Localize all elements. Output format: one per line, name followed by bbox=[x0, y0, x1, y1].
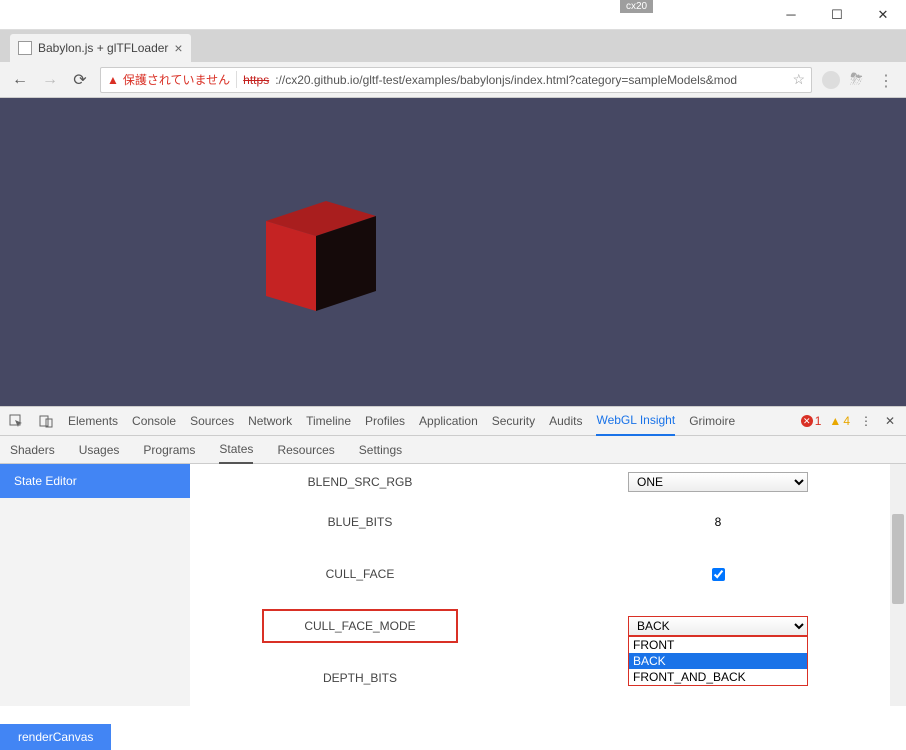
security-text: 保護されていません bbox=[123, 71, 230, 88]
state-row-blend-src-rgb: BLEND_SRC_RGB ONE bbox=[190, 468, 906, 496]
dropdown-option-front-and-back[interactable]: FRONT_AND_BACK bbox=[629, 669, 807, 685]
security-indicator[interactable]: ▲ 保護されていません bbox=[107, 71, 237, 88]
webgl-subtabs: Shaders Usages Programs States Resources… bbox=[0, 436, 906, 464]
devtools-tab-sources[interactable]: Sources bbox=[190, 407, 234, 435]
devtools-tab-application[interactable]: Application bbox=[419, 407, 478, 435]
extension-icon-2[interactable]: ⛈ bbox=[850, 71, 868, 89]
scroll-thumb[interactable] bbox=[892, 514, 904, 604]
state-checkbox-cull-face[interactable] bbox=[712, 568, 725, 581]
browser-tab[interactable]: Babylon.js + glTFLoader × bbox=[10, 34, 191, 62]
subtab-resources[interactable]: Resources bbox=[277, 437, 334, 463]
maximize-button[interactable]: ☐ bbox=[814, 0, 860, 30]
dropdown-option-front[interactable]: FRONT bbox=[629, 637, 807, 653]
state-label: BLEND_SRC_RGB bbox=[190, 475, 530, 489]
devtools-close-icon[interactable]: ✕ bbox=[882, 413, 898, 429]
devtools-toolbar: Elements Console Sources Network Timelin… bbox=[0, 406, 906, 436]
inspect-icon[interactable] bbox=[8, 413, 24, 429]
state-row-cull-face: CULL_FACE bbox=[190, 548, 906, 600]
minimize-button[interactable]: ─ bbox=[768, 0, 814, 30]
scrollbar[interactable] bbox=[890, 464, 906, 706]
cube-mesh bbox=[256, 191, 386, 321]
warning-count[interactable]: ▲4 bbox=[829, 414, 850, 428]
devtools-tab-grimoire[interactable]: Grimoire bbox=[689, 407, 735, 435]
chrome-menu-icon[interactable]: ⋮ bbox=[878, 71, 896, 89]
footer-canvas-name[interactable]: renderCanvas bbox=[0, 724, 111, 750]
state-row-cull-face-mode: CULL_FACE_MODE BACK FRONT BACK FRONT_AND… bbox=[190, 600, 906, 652]
error-icon: ✕ bbox=[801, 415, 813, 427]
forward-button[interactable]: → bbox=[40, 70, 60, 90]
state-label: BLUE_BITS bbox=[190, 515, 530, 529]
address-bar: ← → ⟳ ▲ 保護されていません https ://cx20.github.i… bbox=[0, 62, 906, 98]
sidebar-state-editor[interactable]: State Editor bbox=[0, 464, 190, 498]
state-sidebar: State Editor bbox=[0, 464, 190, 706]
dropdown-option-back[interactable]: BACK bbox=[629, 653, 807, 669]
webgl-canvas[interactable] bbox=[0, 98, 906, 406]
bookmark-icon[interactable]: ☆ bbox=[792, 71, 805, 88]
back-button[interactable]: ← bbox=[10, 70, 30, 90]
url-input[interactable]: ▲ 保護されていません https ://cx20.github.io/gltf… bbox=[100, 67, 812, 93]
dropdown-cull-face-mode: FRONT BACK FRONT_AND_BACK bbox=[628, 636, 808, 686]
tab-title: Babylon.js + glTFLoader bbox=[38, 41, 168, 55]
window-badge: cx20 bbox=[620, 0, 653, 13]
state-value-text: 8 bbox=[530, 515, 906, 529]
subtab-usages[interactable]: Usages bbox=[79, 437, 120, 463]
url-protocol: https bbox=[243, 73, 269, 87]
subtab-programs[interactable]: Programs bbox=[143, 437, 195, 463]
state-select-blend-src-rgb[interactable]: ONE bbox=[628, 472, 808, 492]
state-label-highlighted: CULL_FACE_MODE bbox=[190, 609, 530, 643]
window-titlebar: cx20 ─ ☐ ✕ bbox=[0, 0, 906, 30]
url-path: ://cx20.github.io/gltf-test/examples/bab… bbox=[275, 73, 737, 87]
devtools-tab-security[interactable]: Security bbox=[492, 407, 535, 435]
subtab-states[interactable]: States bbox=[219, 436, 253, 464]
browser-tabstrip: Babylon.js + glTFLoader × bbox=[0, 30, 906, 62]
state-label: CULL_FACE bbox=[190, 567, 530, 581]
devtools-tab-network[interactable]: Network bbox=[248, 407, 292, 435]
close-button[interactable]: ✕ bbox=[860, 0, 906, 30]
devtools-tab-audits[interactable]: Audits bbox=[549, 407, 582, 435]
devtools-tab-webgl-insight[interactable]: WebGL Insight bbox=[596, 406, 675, 436]
warning-icon: ▲ bbox=[829, 414, 841, 428]
warning-icon: ▲ bbox=[107, 73, 119, 87]
tab-favicon bbox=[18, 41, 32, 55]
state-content: BLEND_SRC_RGB ONE BLUE_BITS 8 CULL_FACE … bbox=[190, 464, 906, 706]
subtab-shaders[interactable]: Shaders bbox=[10, 437, 55, 463]
state-row-blue-bits: BLUE_BITS 8 bbox=[190, 496, 906, 548]
reload-button[interactable]: ⟳ bbox=[70, 70, 90, 90]
devtools-tab-elements[interactable]: Elements bbox=[68, 407, 118, 435]
state-editor-panel: State Editor BLEND_SRC_RGB ONE BLUE_BITS… bbox=[0, 464, 906, 706]
error-count[interactable]: ✕1 bbox=[801, 414, 822, 428]
devtools-tab-timeline[interactable]: Timeline bbox=[306, 407, 351, 435]
state-select-cull-face-mode[interactable]: BACK bbox=[628, 616, 808, 636]
devtools-tab-console[interactable]: Console bbox=[132, 407, 176, 435]
state-label: DEPTH_BITS bbox=[190, 671, 530, 685]
devtools-tab-profiles[interactable]: Profiles bbox=[365, 407, 405, 435]
subtab-settings[interactable]: Settings bbox=[359, 437, 402, 463]
devtools-menu-icon[interactable]: ⋮ bbox=[858, 413, 874, 429]
extension-icon-1[interactable] bbox=[822, 71, 840, 89]
device-icon[interactable] bbox=[38, 413, 54, 429]
tab-close-icon[interactable]: × bbox=[174, 40, 182, 56]
